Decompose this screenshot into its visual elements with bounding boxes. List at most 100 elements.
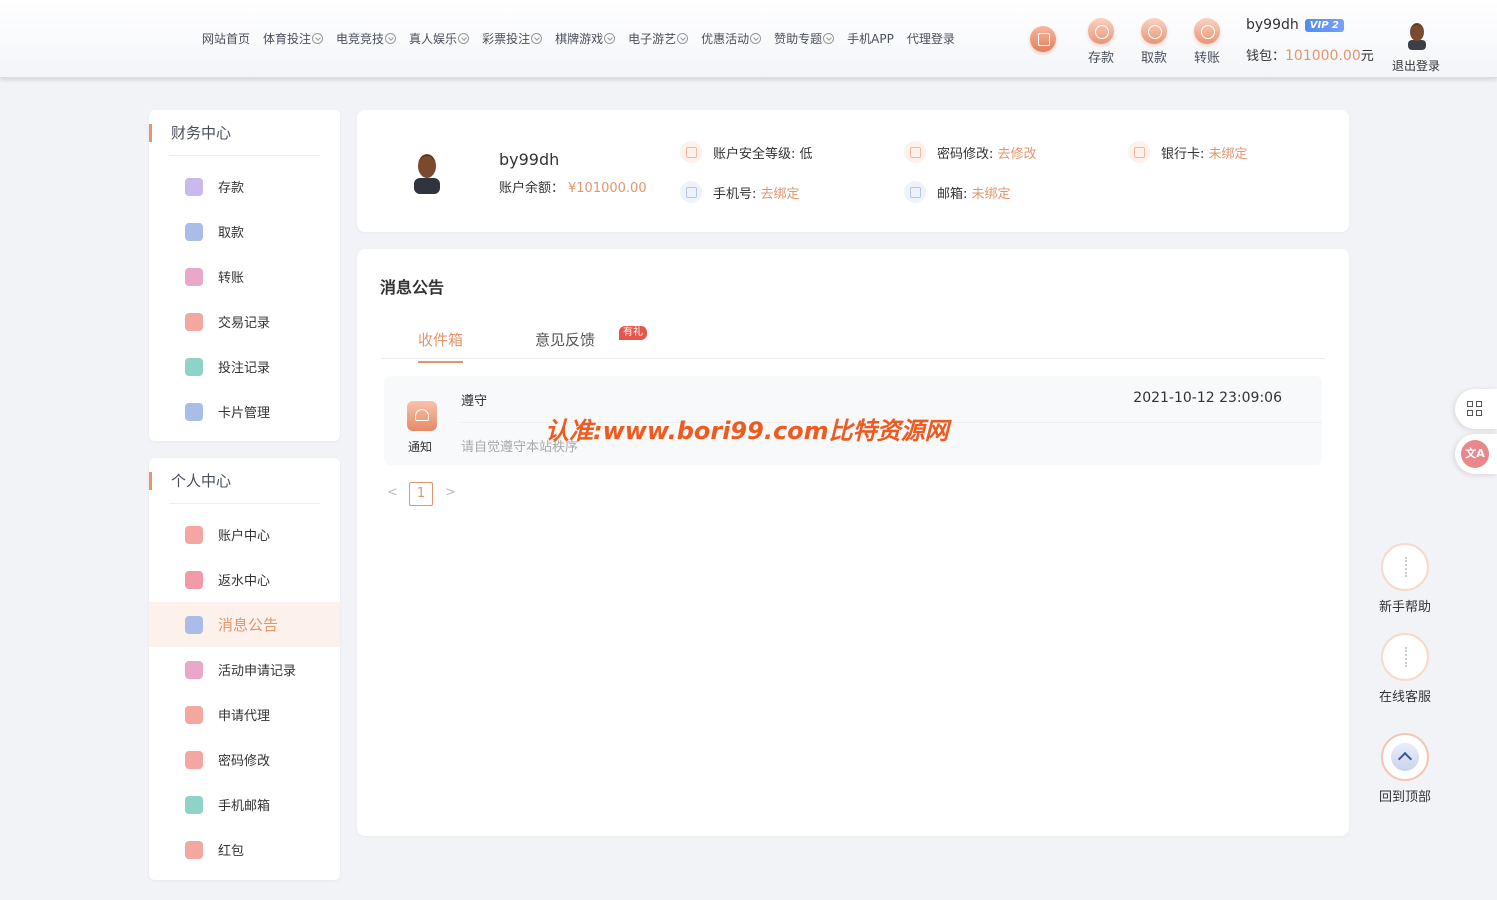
nav-item-7[interactable]: 优惠活动 xyxy=(701,30,762,47)
nav-item-6[interactable]: 电子游艺 xyxy=(628,30,689,47)
profile-username: by99dh xyxy=(499,150,560,169)
profile-card: by99dh 账户余额： ¥101000.00 账户安全等级: 低 密码修改: 去… xyxy=(357,110,1349,232)
nav-item-5[interactable]: 棋牌游戏 xyxy=(555,30,616,47)
gift-icon xyxy=(185,570,203,589)
sidebar-item-finance-5[interactable]: 卡片管理 xyxy=(149,389,340,434)
help-button[interactable]: 新手帮助 xyxy=(1375,543,1435,615)
sidebar-item-label: 投注记录 xyxy=(218,361,271,376)
wallet-label: 钱包： xyxy=(1246,49,1286,64)
nav-item-9[interactable]: 手机APP xyxy=(847,30,894,47)
service-label: 在线客服 xyxy=(1378,690,1431,705)
nav-item-label: 优惠活动 xyxy=(701,32,750,46)
mail-icon xyxy=(904,181,926,203)
chevron-down-icon xyxy=(604,33,616,44)
back-to-top-label: 回到顶部 xyxy=(1378,790,1431,805)
pagination-next[interactable]: > xyxy=(445,485,456,500)
notice-subject: 遵守 xyxy=(461,394,488,409)
nav-item-0[interactable]: 网站首页 xyxy=(202,30,250,47)
personal-title: 个人中心 xyxy=(149,472,340,490)
sidebar-item-personal-6[interactable]: 手机邮箱 xyxy=(149,782,340,827)
divider xyxy=(169,155,320,156)
sidebar-item-label: 申请代理 xyxy=(218,709,271,724)
sidebar-item-label: 转账 xyxy=(218,271,245,286)
sidebar-item-personal-7[interactable]: 红包 xyxy=(149,827,340,872)
sidebar-item-finance-2[interactable]: 转账 xyxy=(149,254,340,299)
watermark-text: 认准:www.bori99.com比特资源网 xyxy=(545,417,949,445)
nav-item-10[interactable]: 代理登录 xyxy=(907,30,955,47)
sidebar-item-label: 交易记录 xyxy=(218,316,271,331)
profile-avatar xyxy=(414,154,440,194)
header-username: by99dh VIP 2 xyxy=(1246,17,1344,33)
nav-item-3[interactable]: 真人娱乐 xyxy=(409,30,470,47)
transfer-quick-button[interactable]: 转账 xyxy=(1187,18,1227,66)
chevron-down-icon xyxy=(823,33,835,44)
sidebar-item-personal-2[interactable]: 消息公告 xyxy=(149,602,340,647)
bet-record-icon xyxy=(185,357,203,376)
sidebar-item-label: 取款 xyxy=(218,226,245,241)
sidebar-item-finance-4[interactable]: 投注记录 xyxy=(149,344,340,389)
agent-icon xyxy=(185,705,203,724)
sidebar-item-personal-5[interactable]: 密码修改 xyxy=(149,737,340,782)
transfer-label: 转账 xyxy=(1193,51,1220,66)
sidebar-item-label: 活动申请记录 xyxy=(218,664,297,679)
deposit-label: 存款 xyxy=(1087,51,1114,66)
nav-item-label: 手机APP xyxy=(847,32,894,46)
username-text: by99dh xyxy=(1246,17,1299,33)
nav-item-label: 网站首页 xyxy=(202,32,251,46)
language-tab[interactable]: 文A xyxy=(1455,434,1497,474)
qr-code-tab[interactable] xyxy=(1455,389,1497,429)
phone-bind: 手机号: 去绑定 xyxy=(680,181,800,203)
sidebar-item-finance-3[interactable]: 交易记录 xyxy=(149,299,340,344)
sidebar-item-finance-0[interactable]: 存款 xyxy=(149,164,340,209)
security-value: 低 xyxy=(799,146,813,162)
withdraw-icon xyxy=(1141,18,1167,44)
profile-balance: 账户余额： ¥101000.00 xyxy=(499,177,647,196)
nav-item-label: 电子游艺 xyxy=(628,32,677,46)
message-icon[interactable] xyxy=(1030,26,1056,52)
diamond-icon xyxy=(185,525,203,544)
lock-icon xyxy=(904,141,926,163)
nav-item-4[interactable]: 彩票投注 xyxy=(482,30,543,47)
sidebar-item-personal-1[interactable]: 返水中心 xyxy=(149,557,340,602)
service-button[interactable]: 在线客服 xyxy=(1375,633,1435,705)
withdraw-quick-button[interactable]: 取款 xyxy=(1134,18,1174,66)
avatar[interactable] xyxy=(1405,20,1429,50)
deposit-quick-button[interactable]: 存款 xyxy=(1081,18,1121,66)
nav-item-1[interactable]: 体育投注 xyxy=(263,30,324,47)
email-bind-link[interactable]: 未绑定 xyxy=(972,183,1011,202)
password-change-link[interactable]: 去修改 xyxy=(998,143,1037,162)
top-navbar: 网站首页 体育投注 电竞竞技 真人娱乐 彩票投注 棋牌游戏 电子游艺 优惠活动 赞助专题 手机AP… xyxy=(0,0,1497,78)
pagination-prev[interactable]: < xyxy=(387,485,398,500)
finance-title: 财务中心 xyxy=(149,124,340,142)
phone-bind-link[interactable]: 去绑定 xyxy=(761,183,800,202)
sidebar-item-finance-1[interactable]: 取款 xyxy=(149,209,340,254)
yen-icon xyxy=(185,177,203,196)
back-to-top-button[interactable]: 回到顶部 xyxy=(1375,733,1435,805)
email-label: 邮箱: xyxy=(937,186,968,202)
sidebar-item-label: 手机邮箱 xyxy=(218,799,271,814)
messages-card: 消息公告 收件箱 意见反馈 有礼 通知 遵守 2021-10-12 23:09:… xyxy=(357,249,1349,836)
balance-value: ¥101000.00 xyxy=(568,181,647,196)
chevron-down-icon xyxy=(531,33,543,44)
nav-item-2[interactable]: 电竞竞技 xyxy=(336,30,397,47)
sidebar-item-label: 红包 xyxy=(218,844,245,859)
deposit-icon xyxy=(1088,18,1114,44)
wallet-icon xyxy=(185,222,203,241)
sidebar-item-label: 存款 xyxy=(218,181,245,196)
sidebar-item-personal-3[interactable]: 活动申请记录 xyxy=(149,647,340,692)
activity-icon xyxy=(185,660,203,679)
wallet-balance: 钱包：101000.00元 xyxy=(1246,45,1374,64)
sidebar-item-personal-4[interactable]: 申请代理 xyxy=(149,692,340,737)
notice-time: 2021-10-12 23:09:06 xyxy=(1133,390,1282,406)
nav-item-8[interactable]: 赞助专题 xyxy=(774,30,835,47)
sidebar-item-personal-0[interactable]: 账户中心 xyxy=(149,512,340,557)
bank-bind-link[interactable]: 未绑定 xyxy=(1209,143,1248,162)
tab-inbox[interactable]: 收件箱 xyxy=(418,329,464,363)
balance-label: 账户余额： xyxy=(499,181,565,196)
help-label: 新手帮助 xyxy=(1378,600,1431,615)
chevron-down-icon xyxy=(385,33,397,44)
pagination-page[interactable]: 1 xyxy=(409,482,433,506)
chevron-down-icon xyxy=(750,33,762,44)
logout-link[interactable]: 退出登录 xyxy=(1392,57,1440,74)
tab-feedback[interactable]: 意见反馈 xyxy=(535,329,595,350)
